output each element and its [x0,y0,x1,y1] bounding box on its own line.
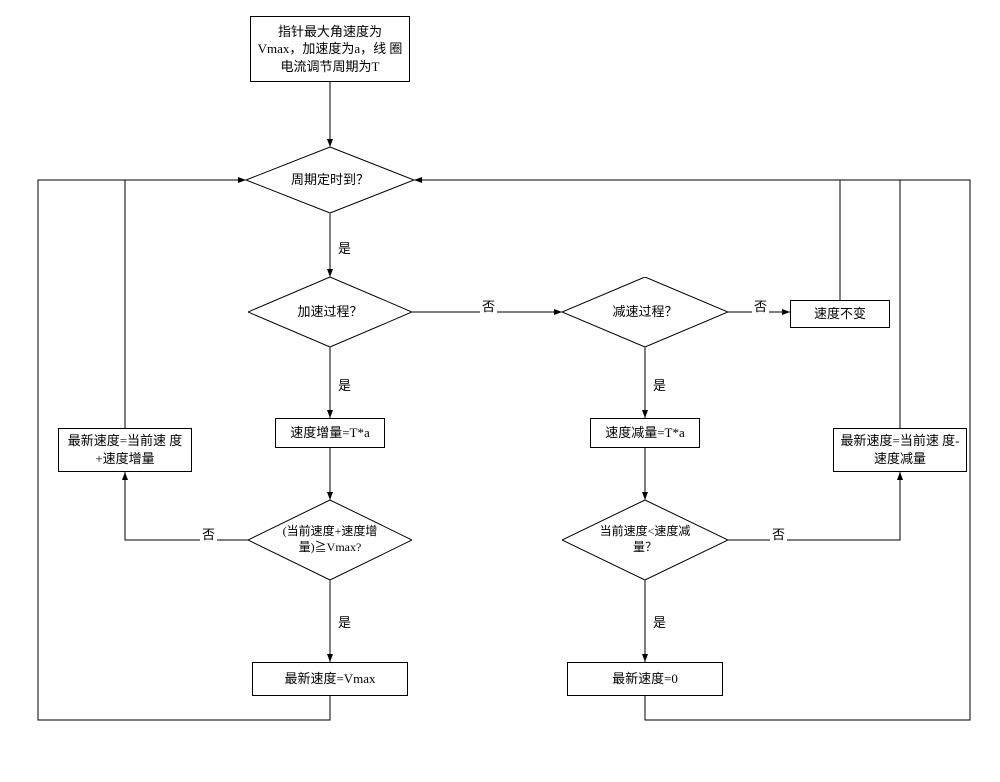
node-new-zero-text: 最新速度=0 [612,670,678,688]
node-new-add-inc-text: 最新速度=当前速 度+速度增量 [65,432,185,467]
node-new-sub-dec: 最新速度=当前速 度-速度减量 [833,428,967,472]
label-inc-check-no: 否 [200,524,217,543]
label-dec-check-no: 否 [770,524,787,543]
node-speed-unchanged: 速度不变 [790,300,890,328]
node-dec-check-text: 当前速度<速度减 量？ [594,524,697,555]
node-inc-formula-text: 速度增量=T*a [290,424,370,442]
node-speed-unchanged-text: 速度不变 [814,305,866,323]
node-decel-process: 减速过程？ [562,277,728,347]
node-new-zero: 最新速度=0 [567,662,723,696]
node-new-add-inc: 最新速度=当前速 度+速度增量 [58,428,192,472]
node-decel-process-text: 减速过程？ [606,304,683,321]
node-inc-check-text: (当前速度+速度增 量)≧Vmax? [277,524,384,555]
label-decel-yes: 是 [651,375,668,394]
node-dec-formula: 速度减量=T*a [590,418,700,448]
node-accel-process-text: 加速过程？ [291,304,368,321]
label-timer-yes: 是 [336,238,353,257]
node-new-vmax: 最新速度=Vmax [252,662,408,696]
label-dec-check-yes: 是 [651,612,668,631]
node-inc-formula: 速度增量=T*a [275,418,385,448]
node-new-vmax-text: 最新速度=Vmax [284,670,375,688]
node-new-sub-dec-text: 最新速度=当前速 度-速度减量 [840,432,960,467]
node-dec-formula-text: 速度减量=T*a [605,424,685,442]
node-dec-check: 当前速度<速度减 量？ [562,500,728,580]
node-inc-check: (当前速度+速度增 量)≧Vmax? [248,500,412,580]
label-inc-check-yes: 是 [336,612,353,631]
flowchart-wires [0,0,1000,782]
node-timer-expired: 周期定时到？ [246,147,414,213]
node-timer-expired-text: 周期定时到？ [285,172,375,189]
node-start-text: 指针最大角速度为 Vmax，加速度为a，线 圈电流调节周期为T [257,23,403,76]
node-accel-process: 加速过程？ [248,277,412,347]
label-accel-yes: 是 [336,375,353,394]
node-start: 指针最大角速度为 Vmax，加速度为a，线 圈电流调节周期为T [250,16,410,82]
label-accel-no: 否 [480,296,497,315]
label-decel-no: 否 [752,296,769,315]
